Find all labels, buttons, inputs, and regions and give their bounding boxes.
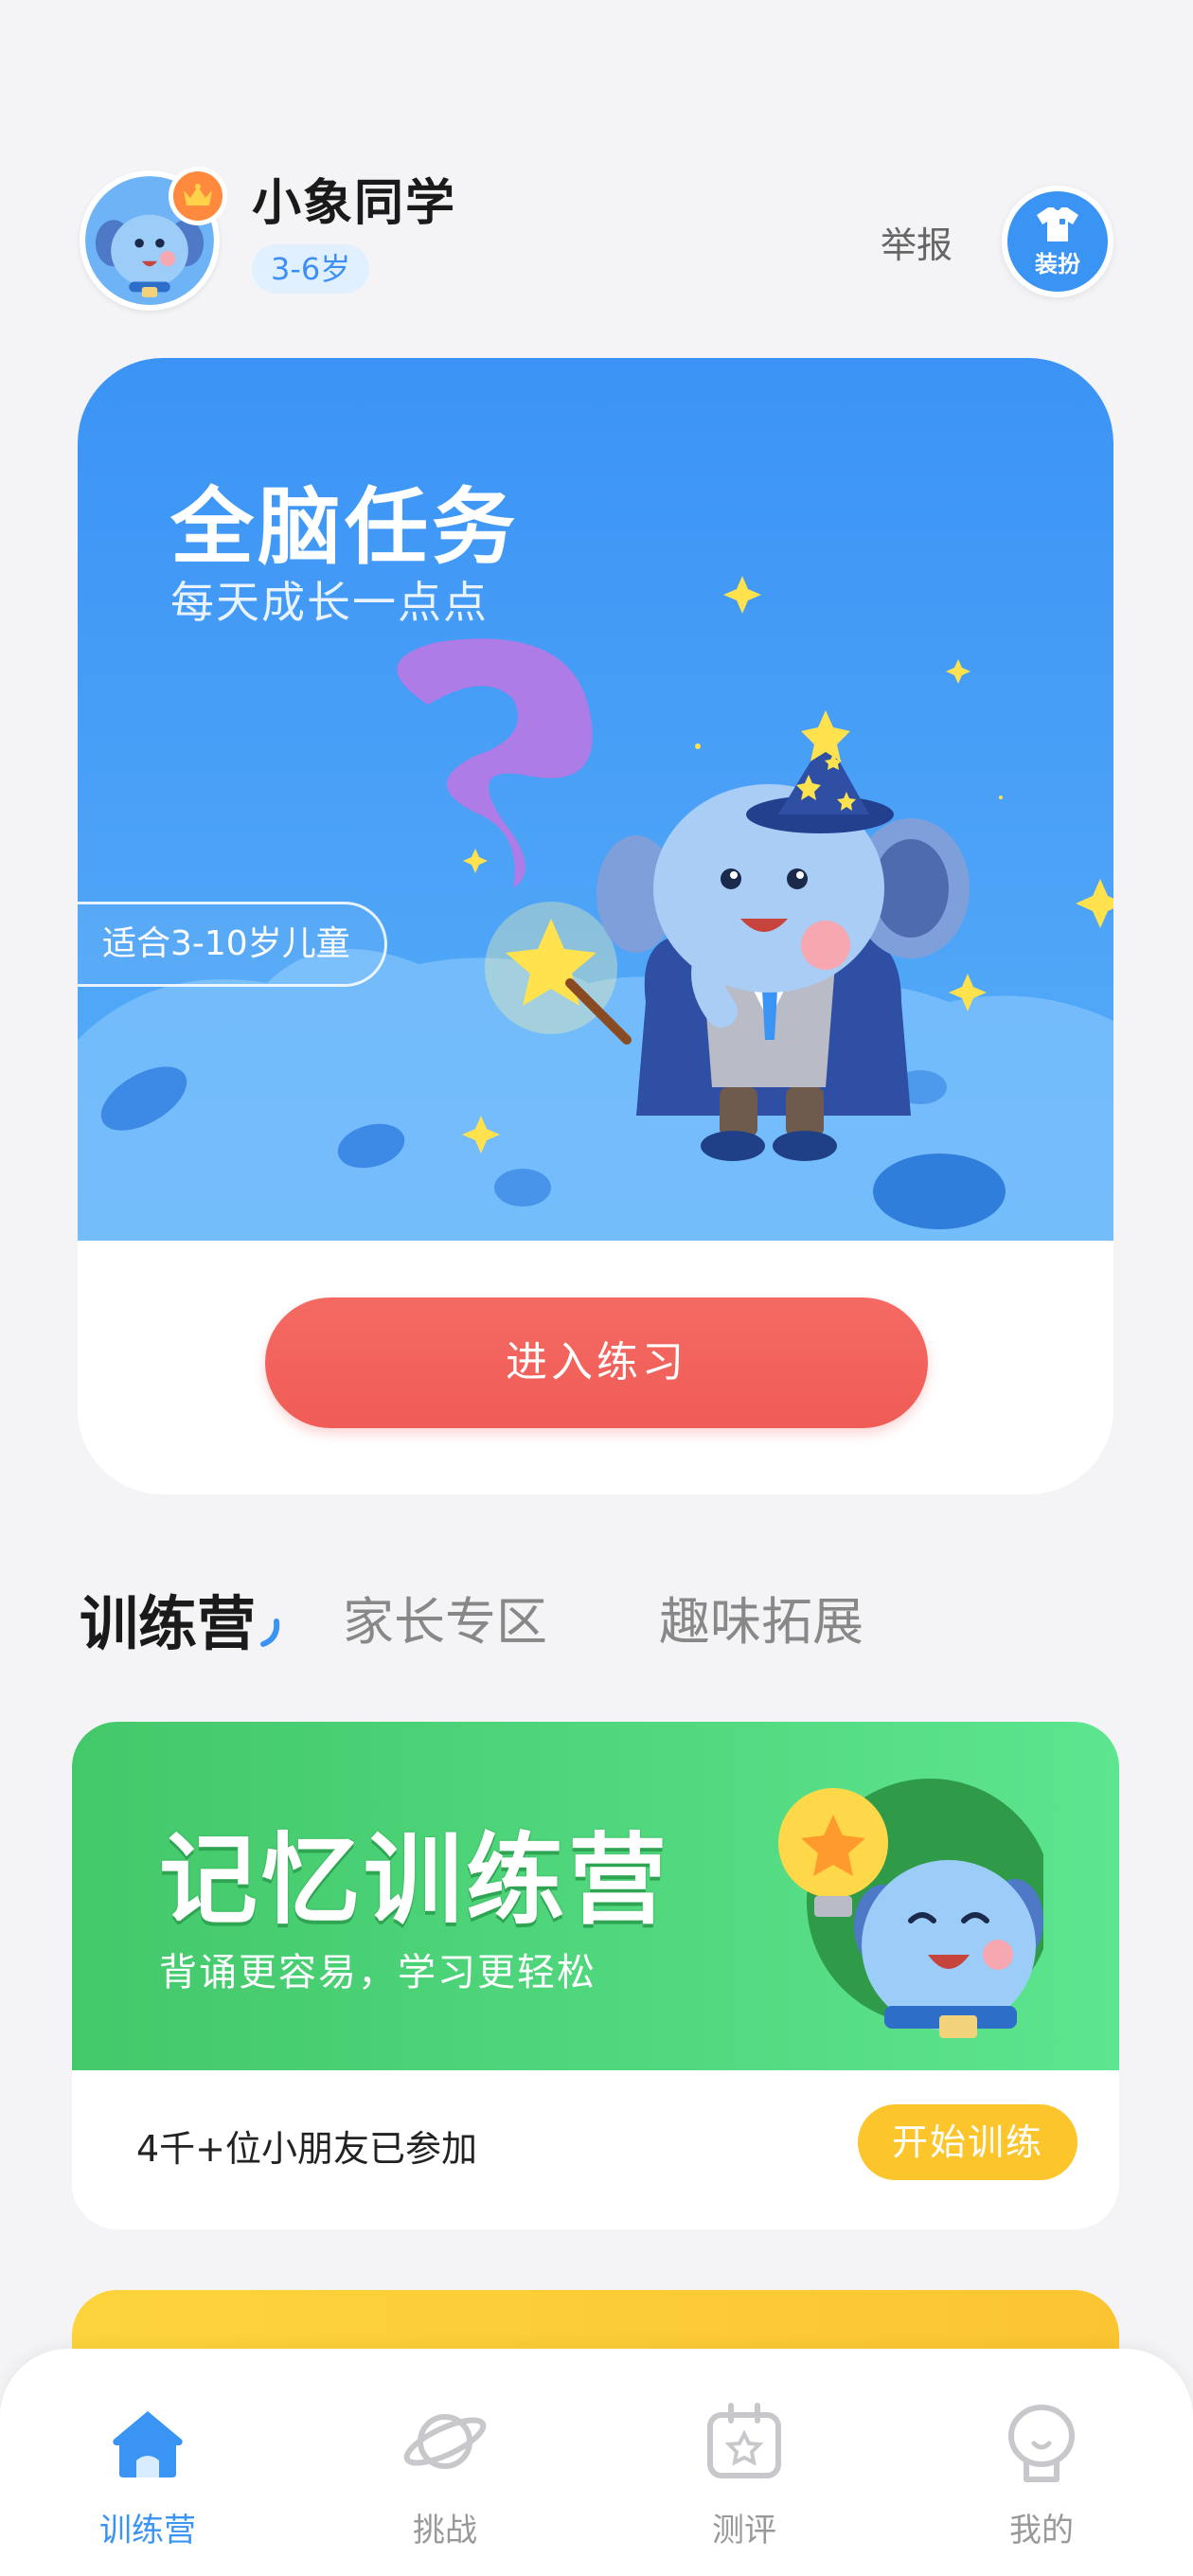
dressup-button[interactable]: 装扮 [1002, 186, 1113, 297]
profile-header: 小象同学 3-6岁 举报 装扮 [80, 167, 1113, 313]
vip-crown-badge [169, 167, 227, 225]
nav-label: 训练营 [99, 2512, 196, 2549]
camp-subtitle: 背诵更容易，学习更轻松 [159, 1951, 596, 1995]
age-suitability-tag: 适合3-10岁儿童 [78, 902, 387, 987]
hero-subtitle: 每天成长一点点 [170, 577, 489, 628]
brain-task-banner[interactable]: 全脑任务 每天成长一点点 适合3-10岁儿童 [78, 358, 1113, 1241]
memory-camp-banner[interactable]: 记忆训练营 背诵更容易，学习更轻松 [72, 1722, 1119, 2070]
memory-camp-card[interactable]: 记忆训练营 背诵更容易，学习更轻松 4千+位小朋友已参加 开始训练 [72, 1722, 1119, 2229]
tab-training-camp[interactable]: 训练营 [80, 1576, 256, 1661]
nav-profile[interactable]: 我的 [947, 2398, 1136, 2568]
start-training-button[interactable]: 开始训练 [858, 2104, 1077, 2180]
nav-assessment[interactable]: 测评 [650, 2398, 839, 2568]
enter-practice-button[interactable]: 进入练习 [265, 1297, 928, 1428]
bottom-navigation: 训练营 挑战 测评 我的 [0, 2349, 1193, 2576]
nav-label: 我的 [1009, 2512, 1074, 2549]
home-screen: 小象同学 3-6岁 举报 装扮 全脑任务 每天成长一点点 适合3-10岁儿童 进… [0, 0, 1193, 2576]
hero-title: 全脑任务 [170, 478, 520, 576]
tab-parent-zone[interactable]: 家长专区 [343, 1580, 547, 1655]
elephant-lightbulb-illustration [778, 1779, 1043, 2038]
age-range-badge: 3-6岁 [252, 244, 370, 294]
report-link[interactable]: 举报 [881, 216, 953, 268]
nav-label: 测评 [712, 2512, 776, 2549]
crown-icon [184, 184, 212, 206]
nav-challenge[interactable]: 挑战 [350, 2398, 540, 2568]
avatar-wrapper[interactable] [80, 167, 227, 311]
participant-count: 4千+位小朋友已参加 [136, 2128, 478, 2170]
dressup-label: 装扮 [1035, 250, 1080, 277]
nav-training-camp[interactable]: 训练营 [53, 2398, 242, 2568]
camp-title: 记忆训练营 [159, 1822, 671, 1938]
tab-fun-extension[interactable]: 趣味拓展 [659, 1580, 864, 1655]
active-tab-indicator [260, 1619, 280, 1647]
assessment-icon [707, 2403, 781, 2478]
username: 小象同学 [252, 175, 457, 232]
planet-icon [403, 2414, 487, 2469]
nav-label: 挑战 [413, 2512, 477, 2549]
home-icon [113, 2411, 183, 2478]
tshirt-icon [1037, 206, 1078, 242]
brain-task-card: 全脑任务 每天成长一点点 适合3-10岁儿童 进入练习 [78, 358, 1113, 1494]
profile-icon [1008, 2405, 1075, 2482]
